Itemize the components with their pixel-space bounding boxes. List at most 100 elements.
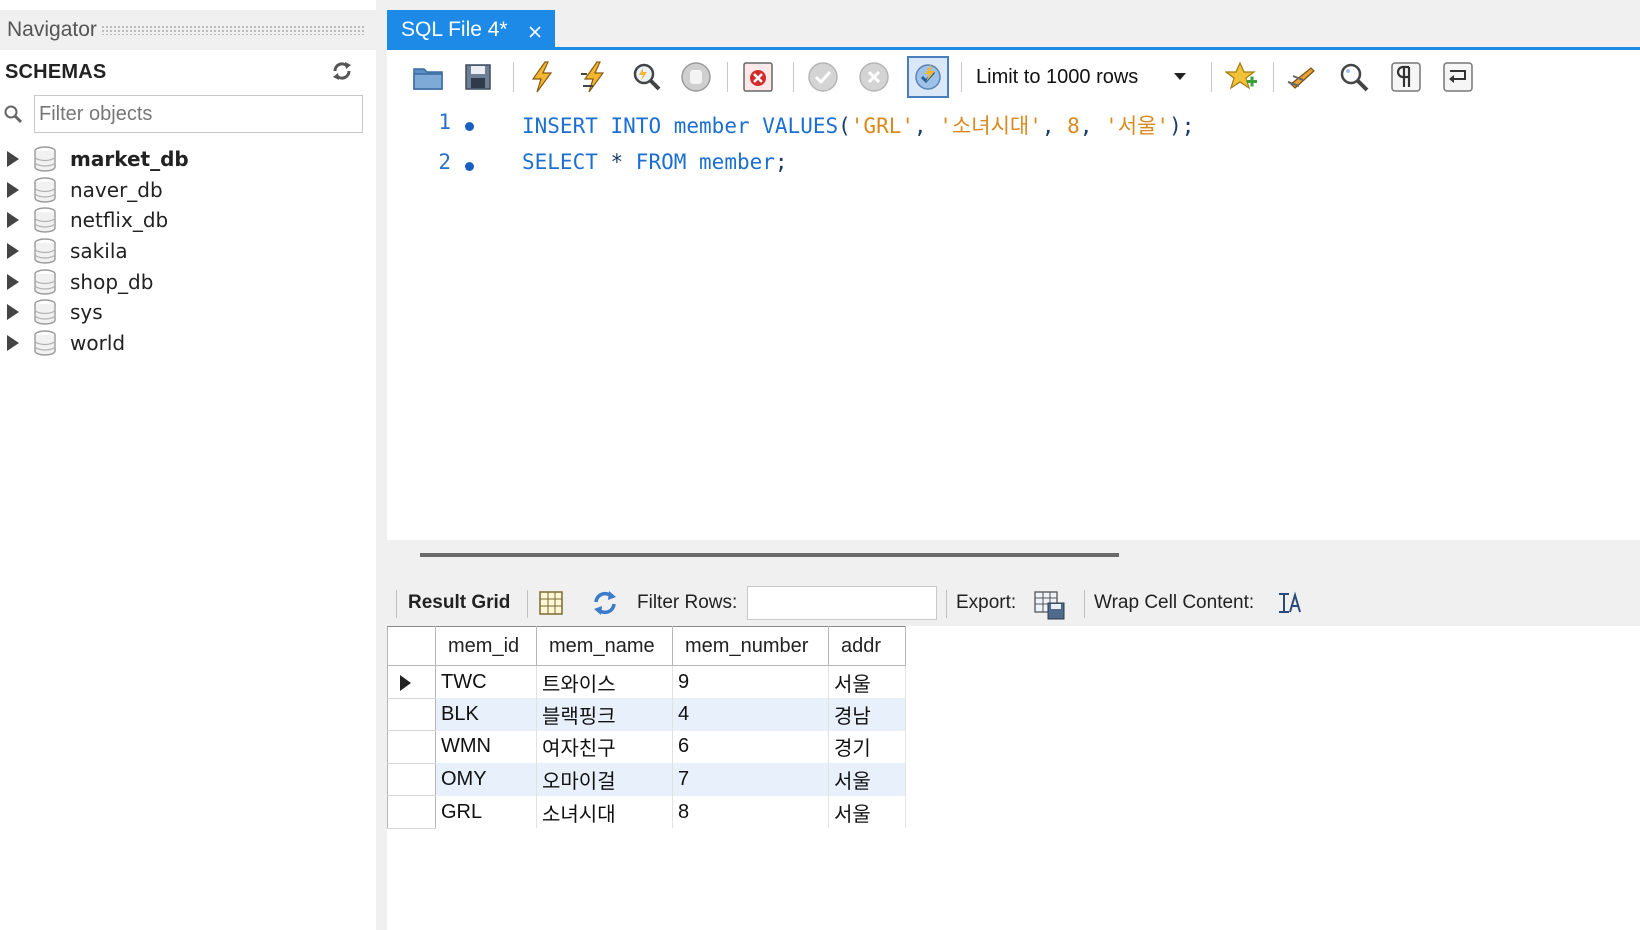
add-snippet-icon[interactable] [1223, 58, 1261, 96]
row-header[interactable] [387, 730, 436, 764]
commit-icon[interactable] [804, 58, 842, 96]
panel-grip[interactable] [100, 25, 366, 35]
table-cell[interactable]: GRL [435, 795, 537, 829]
table-cell[interactable]: 8 [672, 795, 829, 829]
find-icon[interactable] [1335, 58, 1373, 96]
current-row-icon [400, 675, 411, 691]
code-line[interactable]: 1 INSERT INTO member VALUES('GRL', '소녀시대'… [387, 110, 1640, 146]
table-row[interactable]: OMY 오마이걸 7 서울 [387, 763, 906, 797]
schema-item[interactable]: naver_db [0, 175, 376, 206]
result-grid-tab[interactable]: Result Grid [408, 592, 510, 614]
table-row[interactable]: TWC 트와이스 9 서울 [387, 665, 906, 699]
code-token: member [673, 114, 750, 138]
filter-objects-input[interactable] [34, 95, 363, 133]
table-cell[interactable]: 4 [672, 698, 829, 731]
database-icon [33, 146, 57, 172]
expand-arrow-icon[interactable] [7, 243, 19, 260]
table-cell[interactable]: OMY [435, 763, 537, 796]
table-row[interactable]: BLK 블랙핑크 4 경남 [387, 698, 906, 732]
expand-arrow-icon[interactable] [7, 304, 19, 321]
table-cell[interactable]: 트와이스 [536, 665, 673, 699]
explain-icon[interactable] [627, 58, 665, 96]
navigator-header: Navigator [0, 10, 376, 50]
schema-item[interactable]: sakila [0, 236, 376, 267]
expand-arrow-icon[interactable] [7, 273, 19, 290]
database-icon [33, 207, 57, 234]
table-cell[interactable]: 서울 [828, 665, 906, 699]
column-header[interactable]: mem_number [672, 626, 829, 666]
table-row[interactable]: GRL 소녀시대 8 서울 [387, 795, 906, 829]
execute-icon[interactable] [523, 58, 561, 96]
row-header[interactable] [387, 763, 436, 797]
schema-name: naver_db [70, 177, 163, 202]
column-header[interactable]: mem_name [536, 626, 673, 666]
table-cell[interactable]: TWC [435, 665, 537, 699]
open-folder-icon[interactable] [409, 58, 447, 96]
result-table: mem_id mem_name mem_number addr TWC 트와이스 9 서울 B… [387, 626, 906, 829]
schemas-header: SCHEMAS [0, 56, 376, 88]
row-header[interactable] [387, 795, 436, 829]
export-icon[interactable] [1032, 588, 1065, 620]
refresh-results-icon[interactable] [590, 588, 620, 618]
table-cell[interactable]: 오마이걸 [536, 763, 673, 796]
table-cell[interactable]: 경기 [828, 730, 906, 764]
rollback-icon[interactable] [855, 58, 893, 96]
filter-rows-input[interactable] [747, 586, 937, 620]
toggle-error-icon[interactable] [739, 58, 777, 96]
refresh-schemas-icon[interactable] [330, 59, 354, 83]
table-row[interactable]: WMN 여자친구 6 경기 [387, 730, 906, 764]
sql-editor[interactable]: 1 INSERT INTO member VALUES('GRL', '소녀시대'… [387, 104, 1640, 540]
code-line[interactable]: 2 SELECT * FROM member; [387, 150, 1640, 186]
schema-item[interactable]: world [0, 328, 376, 359]
grid-layout-icon[interactable] [536, 588, 566, 618]
table-cell[interactable]: 블랙핑크 [536, 698, 673, 731]
schema-item[interactable]: netflix_db [0, 205, 376, 236]
wrap-cell-icon[interactable] [1275, 588, 1305, 618]
table-cell[interactable]: 7 [672, 763, 829, 796]
save-icon[interactable] [459, 58, 497, 96]
editor-horizontal-scrollbar[interactable] [387, 540, 1640, 580]
schema-item[interactable]: sys [0, 297, 376, 328]
table-cell[interactable]: 여자친구 [536, 730, 673, 764]
table-cell[interactable]: 서울 [828, 795, 906, 829]
schema-item[interactable]: shop_db [0, 266, 376, 297]
row-header[interactable] [387, 665, 436, 699]
table-cell[interactable]: 9 [672, 665, 829, 699]
beautify-icon[interactable] [1283, 58, 1321, 96]
execute-current-icon[interactable] [575, 58, 613, 96]
table-cell[interactable]: BLK [435, 698, 537, 731]
toolbar-separator [1211, 62, 1212, 92]
expand-arrow-icon[interactable] [7, 334, 19, 351]
schema-name: netflix_db [70, 208, 169, 233]
schema-item[interactable]: market_db [0, 144, 376, 175]
top-strip [387, 0, 1640, 10]
scrollbar-thumb[interactable] [420, 553, 1119, 557]
expand-arrow-icon[interactable] [7, 181, 19, 198]
expand-arrow-icon[interactable] [7, 212, 19, 229]
search-icon [3, 104, 25, 126]
code-text: SELECT * FROM member; [522, 150, 788, 174]
table-cell[interactable]: 경남 [828, 698, 906, 731]
expand-arrow-icon[interactable] [7, 151, 19, 168]
table-cell[interactable]: 서울 [828, 763, 906, 796]
stop-icon[interactable] [677, 58, 715, 96]
table-cell[interactable]: 6 [672, 730, 829, 764]
row-limit-select[interactable]: Limit to 1000 rows [970, 60, 1200, 94]
column-header[interactable]: mem_id [435, 626, 537, 666]
tab-sql-file-4[interactable]: SQL File 4* [387, 10, 555, 50]
invisible-chars-icon[interactable] [1387, 58, 1425, 96]
close-tab-icon[interactable] [527, 22, 543, 38]
row-header-corner [387, 626, 436, 666]
code-token: FROM [635, 150, 687, 174]
wrap-icon[interactable] [1439, 58, 1477, 96]
autocommit-icon[interactable] [907, 56, 949, 98]
statement-marker-icon [465, 162, 474, 171]
panel-splitter[interactable] [376, 0, 387, 930]
table-cell[interactable]: 소녀시대 [536, 795, 673, 829]
row-header[interactable] [387, 698, 436, 732]
code-token: INSERT [522, 114, 598, 138]
table-cell[interactable]: WMN [435, 730, 537, 764]
column-header[interactable]: addr [828, 626, 906, 666]
